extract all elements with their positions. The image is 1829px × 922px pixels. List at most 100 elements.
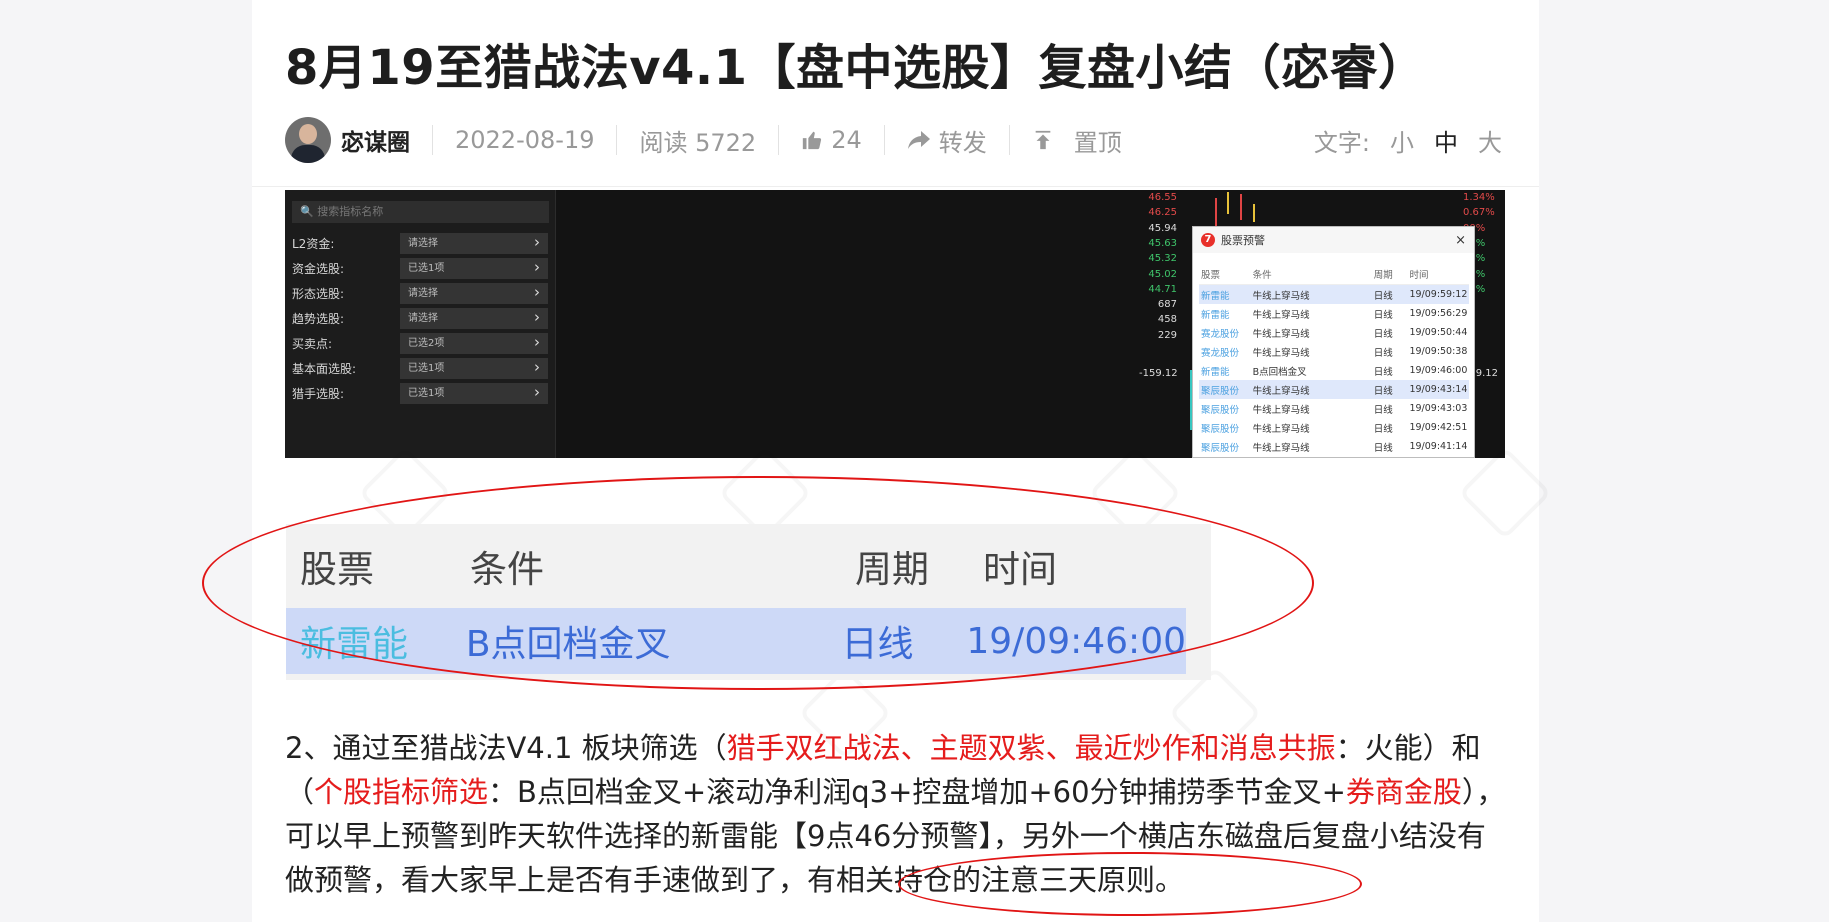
filter-select[interactable]: 已选1项	[400, 382, 548, 404]
candle	[1240, 194, 1242, 220]
filter-select[interactable]: 请选择	[400, 307, 548, 329]
alert-cell: 聚辰股份	[1201, 385, 1240, 397]
alert-table: 股票 条件 周期 时间 新雷能 牛线上穿马线 日线 19/09:59:12 新雷能 牛线上穿马线日…	[1199, 263, 1469, 456]
alert-cell: 赛龙股份	[1201, 347, 1240, 359]
candle	[1227, 192, 1229, 214]
alert-cell: 日线	[1373, 442, 1393, 454]
alert-header-cell: 时间	[1409, 269, 1429, 281]
alert-cell: 日线	[1373, 309, 1393, 321]
article-title: 8月19至猎战法v4.1【盘中选股】复盘小结（宓睿）	[285, 40, 1427, 96]
meta-divider	[432, 125, 433, 155]
filter-label: L2资金:	[292, 236, 335, 251]
price-axis-label: 46.55	[1148, 192, 1177, 203]
indicator-search-input[interactable]: 🔍 搜索指标名称	[292, 201, 549, 223]
article-page: 8月19至猎战法v4.1【盘中选股】复盘小结（宓睿） 宓谋圈 2022-08-1…	[252, 0, 1539, 922]
alert-cell: 日线	[1373, 423, 1393, 435]
alert-cell: 聚辰股份	[1201, 442, 1240, 454]
filter-label: 趋势选股:	[292, 311, 345, 326]
pin-top-label: 置顶	[1073, 128, 1122, 157]
font-size-large[interactable]: 大	[1478, 123, 1502, 158]
alert-cell: 19/09:56:29	[1409, 308, 1468, 319]
filter-label: 资金选股:	[292, 261, 345, 276]
meta-divider	[1008, 125, 1010, 155]
share-arrow-icon	[907, 131, 930, 149]
alert-table-row[interactable]: 聚辰股份 牛线上穿马线 日线 19/09:42:51	[1199, 418, 1469, 437]
alert-cell: 牛线上穿马线	[1252, 290, 1310, 302]
alert-cell: 日线	[1373, 290, 1393, 302]
alert-table-row[interactable]: 新雷能 牛线上穿马线 日线 19/09:59:12	[1199, 285, 1469, 304]
candle	[1253, 204, 1255, 222]
alert-cell: 牛线上穿马线	[1252, 423, 1310, 435]
alert-table-row[interactable]: 聚辰股份 牛线上穿马线 日线 19/09:43:14	[1199, 380, 1469, 399]
alert-cell: 牛线上穿马线	[1252, 309, 1310, 321]
read-count: 阅读 5722	[639, 128, 757, 157]
filter-row: 趋势选股: 请选择	[292, 307, 549, 329]
percent-axis-label: 1.34%	[1463, 192, 1495, 203]
share-label: 转发	[938, 128, 987, 157]
price-axis-label: 45.32	[1148, 253, 1177, 265]
filter-row: 猎手选股: 已选1项	[292, 382, 549, 404]
alert-cell: 赛龙股份	[1201, 328, 1240, 340]
share-button[interactable]: 转发	[907, 123, 987, 158]
alert-cell: 牛线上穿马线	[1252, 442, 1310, 454]
price-axis-label: 687	[1157, 299, 1177, 311]
alert-cell: 日线	[1373, 385, 1393, 397]
price-axis-label: 45.02	[1148, 268, 1177, 280]
filter-label: 买卖点:	[292, 336, 333, 351]
price-axis-label: 458	[1157, 314, 1177, 326]
like-button[interactable]: 24	[801, 126, 862, 154]
filter-label: 基本面选股:	[292, 361, 357, 376]
filter-select[interactable]: 已选2项	[400, 332, 548, 354]
alert-cell: 新雷能	[1201, 309, 1230, 321]
filter-row: 买卖点: 已选2项	[292, 332, 549, 354]
publish-date: 2022-08-19	[455, 126, 595, 154]
alert-table-row[interactable]: 聚辰股份 牛线上穿马线 日线 19/09:43:03	[1199, 399, 1469, 418]
alert-header-cell: 股票	[1201, 269, 1221, 281]
alert-header-cell: 条件	[1252, 269, 1272, 281]
alert-cell: 19/09:43:03	[1409, 403, 1468, 414]
alert-cell: 牛线上穿马线	[1252, 347, 1310, 359]
filter-row: L2资金: 请选择	[292, 232, 549, 254]
font-size-switcher: 文字: 小 中 大	[1314, 123, 1502, 158]
alert-table-header: 股票 条件 周期 时间	[1199, 263, 1469, 285]
meta-divider	[883, 125, 885, 155]
header-divider	[252, 186, 1539, 187]
alert-cell: 日线	[1373, 347, 1393, 359]
close-icon[interactable]: ×	[1455, 233, 1466, 248]
font-size-small[interactable]: 小	[1390, 123, 1414, 158]
price-axis-label: 45.63	[1148, 237, 1177, 249]
filter-select[interactable]: 请选择	[400, 232, 548, 254]
filter-select[interactable]: 已选1项	[400, 357, 548, 379]
alert-cell: 聚辰股份	[1201, 423, 1240, 435]
author-name[interactable]: 宓谋圈	[341, 123, 410, 157]
price-axis-label: 46.25	[1148, 207, 1177, 219]
alert-table-row[interactable]: 赛龙股份 牛线上穿马线 日线 19/09:50:44	[1199, 323, 1469, 342]
price-axis-label: 44.71	[1148, 283, 1177, 295]
price-axis-label: -159.12	[1139, 368, 1178, 379]
font-size-medium[interactable]: 中	[1434, 123, 1458, 158]
price-axis-label: 45.94	[1148, 222, 1177, 234]
alert-table-row[interactable]: 新雷能 B点回档金叉 日线 19/09:46:00	[1199, 361, 1469, 380]
watermark-logo	[1458, 446, 1551, 539]
alert-table-row[interactable]: 新雷能 牛线上穿马线 日线 19/09:56:29	[1199, 304, 1469, 323]
stock-alert-dialog: 7 股票预警 × 股票 条件 周期 时间 新雷能 牛线上穿马线 日线 19/09:59:12 新…	[1192, 226, 1475, 458]
filter-label: 形态选股:	[292, 286, 345, 301]
filter-select[interactable]: 请选择	[400, 282, 548, 304]
like-count: 24	[831, 126, 862, 154]
alert-cell: 19/09:50:44	[1409, 327, 1468, 338]
pin-top-button[interactable]: 置顶	[1032, 123, 1122, 158]
alert-cell: 牛线上穿马线	[1252, 328, 1310, 340]
alert-table-row[interactable]: 聚辰股份 牛线上穿马线 日线 19/09:41:14	[1199, 437, 1469, 456]
alert-cell: 日线	[1373, 366, 1393, 378]
author-avatar[interactable]	[285, 117, 331, 163]
filter-select[interactable]: 已选1项	[400, 257, 548, 279]
alert-cell: 牛线上穿马线	[1252, 404, 1310, 416]
alert-table-row[interactable]: 赛龙股份 牛线上穿马线 日线 19/09:50:38	[1199, 342, 1469, 361]
alert-cell: 聚辰股份	[1201, 404, 1240, 416]
alert-cell: 新雷能	[1201, 366, 1230, 378]
meta-divider	[616, 125, 618, 155]
app-logo-icon: 7	[1201, 233, 1215, 247]
highlight-text: 猎手双红战法、主题双紫、最近炒作和消息共振	[726, 731, 1336, 765]
alert-dialog-titlebar: 7 股票预警 ×	[1193, 227, 1474, 253]
alert-cell: 19/09:46:00	[1409, 365, 1468, 376]
